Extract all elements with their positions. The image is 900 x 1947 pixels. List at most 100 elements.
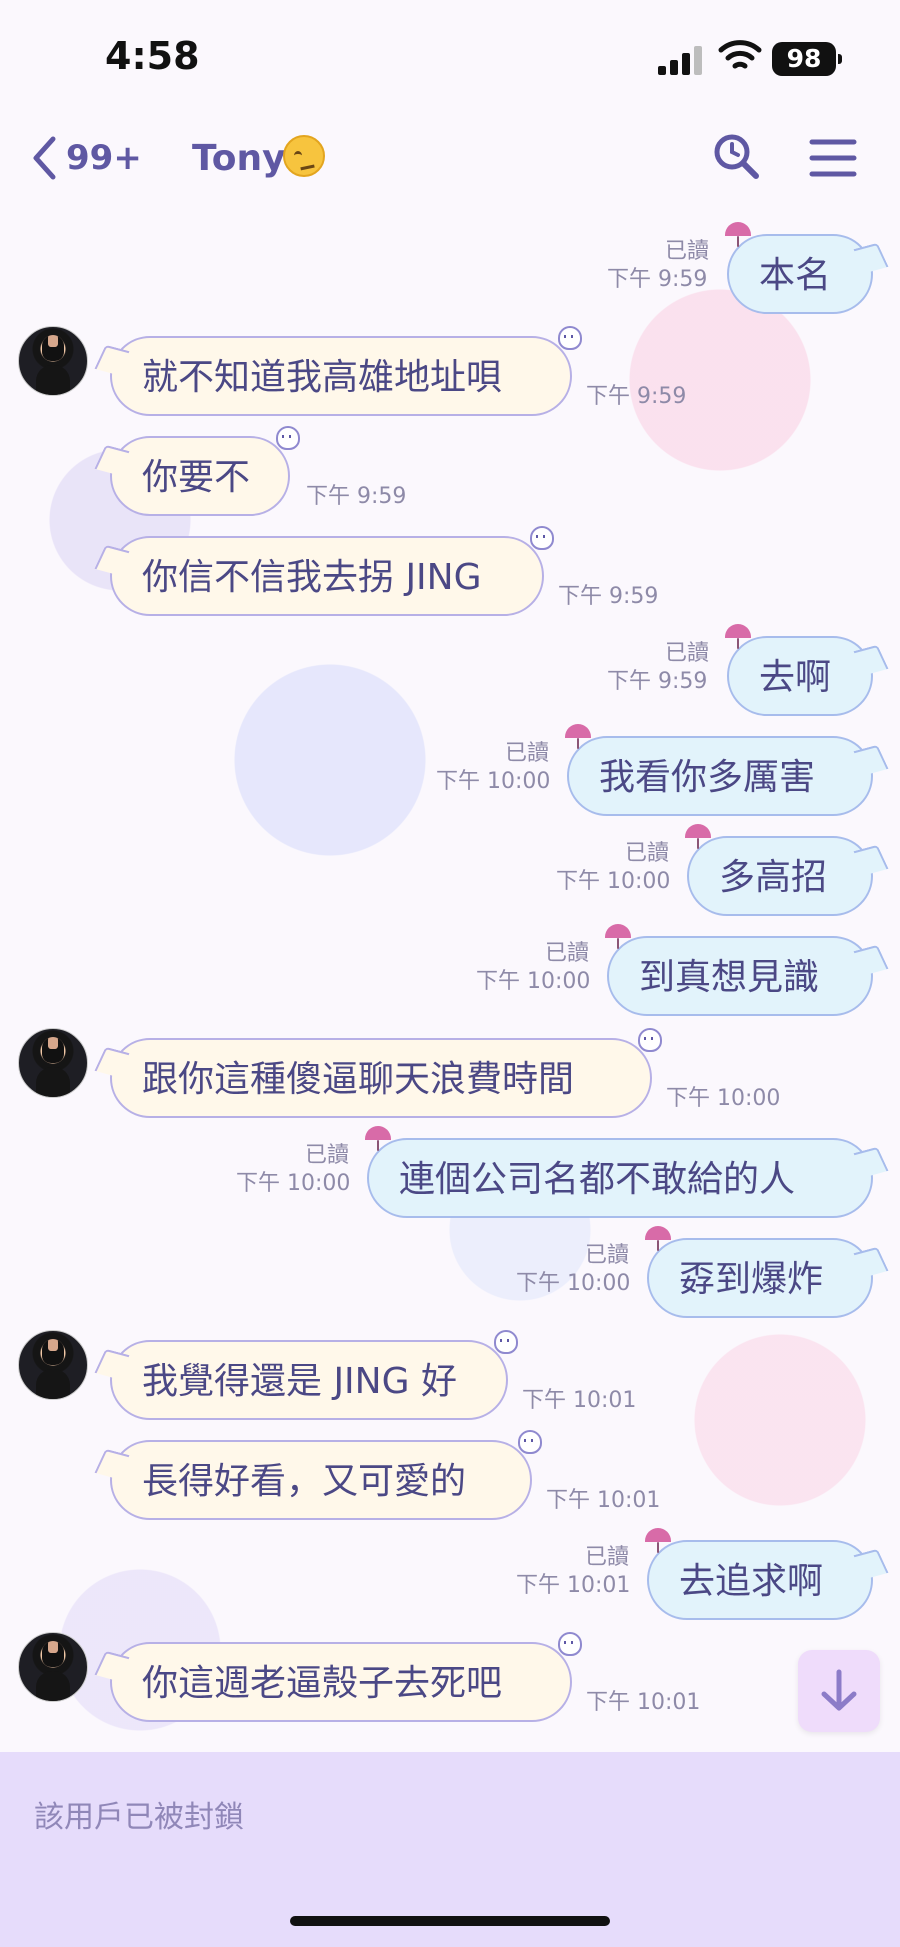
message-bubble[interactable]: 孬到爆炸 [645, 1226, 873, 1318]
message-text: 多高招 [719, 857, 828, 898]
outgoing-message: 去啊 已讀 下午 9:59 [0, 624, 900, 716]
blocked-notice: 該用戶已被封鎖 [34, 1800, 244, 1835]
message-text: 連個公司名都不敢給的人 [399, 1159, 796, 1200]
woozy-face-icon [283, 135, 325, 177]
read-receipt: 已讀 [665, 239, 710, 264]
message-bubble[interactable]: 去啊 [725, 624, 873, 716]
ghost-charm-icon [558, 326, 584, 352]
message-text: 本名 [759, 255, 832, 296]
read-receipt: 已讀 [305, 1143, 350, 1168]
umbrella-icon [685, 824, 711, 850]
home-indicator [290, 1916, 610, 1926]
message-time: 下午 9:59 [607, 669, 708, 694]
incoming-message: 就不知道我高雄地址唄 下午 9:59 [0, 326, 900, 416]
message-bubble[interactable]: 跟你這種傻逼聊天浪費時間 [110, 1028, 662, 1118]
message-text: 我覺得還是 JING 好 [142, 1361, 457, 1402]
message-bubble[interactable]: 就不知道我高雄地址唄 [110, 326, 582, 416]
menu-icon[interactable] [808, 130, 860, 186]
message-text: 孬到爆炸 [679, 1259, 824, 1300]
incoming-message: 你這週老逼殼子去死吧 下午 10:01 [0, 1632, 900, 1722]
outgoing-message: 本名 已讀 下午 9:59 [0, 222, 900, 314]
message-text: 你這週老逼殼子去死吧 [142, 1663, 503, 1704]
umbrella-icon [605, 924, 631, 950]
message-text: 長得好看，又可愛的 [142, 1461, 467, 1502]
message-bubble[interactable]: 你這週老逼殼子去死吧 [110, 1632, 582, 1722]
outgoing-message: 連個公司名都不敢給的人 已讀 下午 10:00 [0, 1126, 900, 1218]
message-text: 到真想見識 [639, 957, 820, 998]
message-text: 就不知道我高雄地址唄 [142, 357, 503, 398]
outgoing-message: 去追求啊 已讀 下午 10:01 [0, 1528, 900, 1620]
message-time: 下午 10:00 [476, 969, 591, 994]
message-bubble[interactable]: 多高招 [685, 824, 873, 916]
ghost-charm-icon [276, 426, 302, 452]
wifi-icon [718, 40, 762, 69]
incoming-message: 我覺得還是 JING 好 下午 10:01 [0, 1330, 900, 1420]
chevron-left-icon [33, 136, 56, 180]
outgoing-message: 我看你多厲害 已讀 下午 10:00 [0, 724, 900, 816]
message-time: 下午 9:59 [558, 584, 659, 609]
message-time: 下午 10:00 [516, 1271, 631, 1296]
unread-count: 99+ [66, 138, 142, 178]
message-time: 下午 10:00 [236, 1171, 351, 1196]
battery-icon: 98 [772, 42, 842, 76]
message-bubble[interactable]: 我看你多厲害 [565, 724, 873, 816]
read-receipt: 已讀 [625, 841, 670, 866]
scroll-to-bottom-button[interactable] [798, 1650, 880, 1732]
message-bubble[interactable]: 長得好看，又可愛的 [110, 1430, 542, 1520]
chat-title: Tony [192, 138, 286, 179]
message-time: 下午 10:00 [436, 769, 551, 794]
message-text: 跟你這種傻逼聊天浪費時間 [142, 1059, 575, 1100]
chat-header: 99+ Tony [0, 120, 900, 200]
ghost-charm-icon [518, 1430, 544, 1456]
cellular-signal-icon [658, 45, 704, 75]
status-bar: 4:58 98 [0, 0, 900, 120]
message-time: 下午 10:00 [556, 869, 671, 894]
message-bubble[interactable]: 去追求啊 [645, 1528, 873, 1620]
ghost-charm-icon [530, 526, 556, 552]
read-receipt: 已讀 [505, 741, 550, 766]
message-time: 下午 9:59 [586, 384, 687, 409]
status-time: 4:58 [105, 34, 200, 78]
outgoing-message: 多高招 已讀 下午 10:00 [0, 824, 900, 916]
search-icon[interactable] [710, 130, 762, 186]
incoming-message: 長得好看，又可愛的 下午 10:01 [0, 1430, 900, 1520]
message-text: 去啊 [759, 657, 832, 698]
message-text: 去追求啊 [679, 1561, 824, 1602]
message-time: 下午 10:01 [586, 1690, 701, 1715]
ghost-charm-icon [638, 1028, 664, 1054]
incoming-message: 跟你這種傻逼聊天浪費時間 下午 10:00 [0, 1028, 900, 1118]
umbrella-icon [365, 1126, 391, 1152]
message-bubble[interactable]: 本名 [725, 222, 873, 314]
read-receipt: 已讀 [545, 941, 590, 966]
read-receipt: 已讀 [585, 1545, 630, 1570]
message-bubble[interactable]: 你信不信我去拐 JING [110, 526, 554, 616]
message-bubble[interactable]: 你要不 [110, 426, 300, 516]
ghost-charm-icon [558, 1632, 584, 1658]
read-receipt: 已讀 [665, 641, 710, 666]
ghost-charm-icon [494, 1330, 520, 1356]
outgoing-message: 孬到爆炸 已讀 下午 10:00 [0, 1226, 900, 1318]
umbrella-icon [725, 222, 751, 248]
message-time: 下午 9:59 [306, 484, 407, 509]
message-time: 下午 10:01 [546, 1488, 661, 1513]
message-text: 你要不 [142, 457, 251, 498]
chat-message-list[interactable]: 本名 已讀 下午 9:59 就不知道我高雄地址唄 下午 9:59 你要不 下午 … [0, 200, 900, 1752]
umbrella-icon [645, 1226, 671, 1252]
back-button[interactable]: 99+ [30, 130, 142, 186]
outgoing-message: 到真想見識 已讀 下午 10:00 [0, 924, 900, 1016]
message-bubble[interactable]: 到真想見識 [605, 924, 873, 1016]
message-time: 下午 10:00 [666, 1086, 781, 1111]
umbrella-icon [645, 1528, 671, 1554]
incoming-message: 你信不信我去拐 JING 下午 9:59 [0, 526, 900, 616]
incoming-message: 你要不 下午 9:59 [0, 426, 900, 516]
message-text: 你信不信我去拐 JING [142, 557, 482, 598]
message-time: 下午 10:01 [516, 1573, 631, 1598]
read-receipt: 已讀 [585, 1243, 630, 1268]
message-text: 我看你多厲害 [599, 757, 816, 798]
message-time: 下午 9:59 [607, 267, 708, 292]
umbrella-icon [565, 724, 591, 750]
message-time: 下午 10:01 [522, 1388, 637, 1413]
message-bubble[interactable]: 我覺得還是 JING 好 [110, 1330, 518, 1420]
message-bubble[interactable]: 連個公司名都不敢給的人 [365, 1126, 873, 1218]
umbrella-icon [725, 624, 751, 650]
